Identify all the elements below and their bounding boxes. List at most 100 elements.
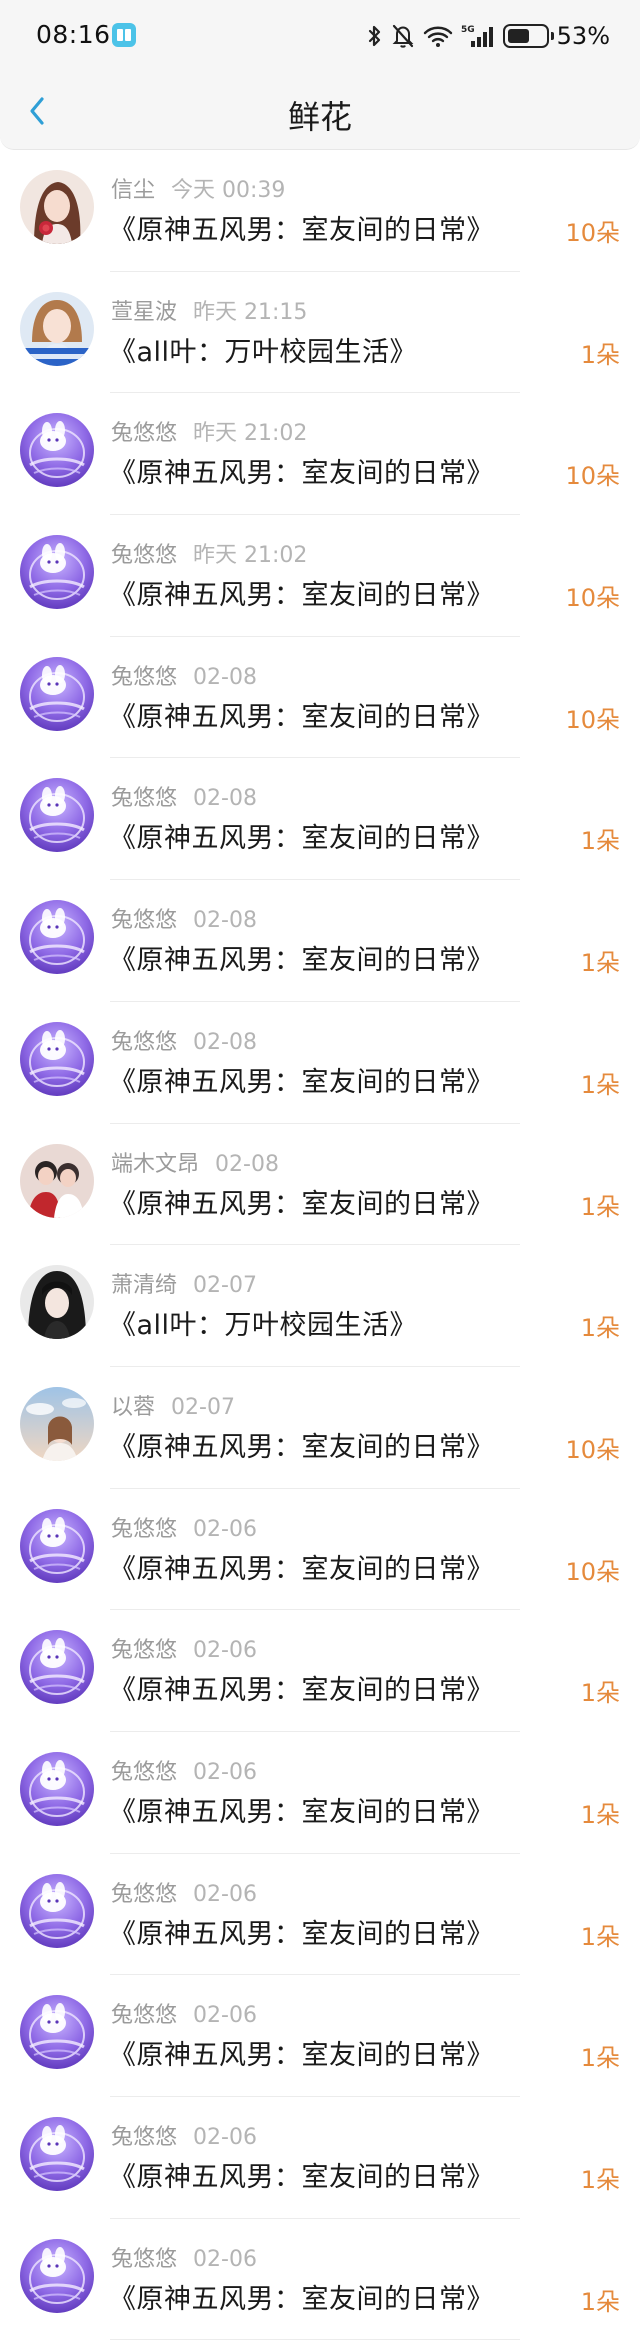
item-meta: 兔悠悠 昨天 21:02 — [111, 537, 307, 569]
list-item[interactable]: 兔悠悠 02-06 《原神五风男：室友间的日常》 1朵 — [0, 1854, 640, 1976]
list-item[interactable]: 兔悠悠 02-06 《原神五风男：室友间的日常》 1朵 — [0, 2097, 640, 2219]
user-name[interactable]: 兔悠悠 — [111, 2247, 177, 2272]
list-item[interactable]: 兔悠悠 02-08 《原神五风男：室友间的日常》 10朵 — [0, 637, 640, 759]
user-name[interactable]: 兔悠悠 — [111, 1638, 177, 1663]
avatar[interactable] — [20, 1265, 94, 1340]
avatar[interactable] — [20, 1021, 94, 1096]
item-meta: 兔悠悠 02-08 — [111, 1024, 257, 1056]
user-name[interactable]: 以蓉 — [111, 1395, 155, 1420]
user-name[interactable]: 兔悠悠 — [111, 2003, 177, 2028]
flower-count: 1朵 — [580, 1800, 620, 1829]
list-item[interactable]: 兔悠悠 昨天 21:02 《原神五风男：室友间的日常》 10朵 — [0, 515, 640, 637]
book-title[interactable]: 《原神五风男：室友间的日常》 — [109, 1060, 494, 1099]
list-item[interactable]: 以蓉 02-07 《原神五风男：室友间的日常》 10朵 — [0, 1367, 640, 1489]
avatar[interactable] — [20, 900, 94, 975]
book-title[interactable]: 《原神五风男：室友间的日常》 — [109, 1182, 494, 1221]
item-meta: 兔悠悠 02-08 — [111, 780, 257, 812]
item-time: 02-06 — [193, 1638, 257, 1664]
item-meta: 兔悠悠 02-06 — [111, 1997, 257, 2029]
item-meta: 兔悠悠 02-06 — [111, 1754, 257, 1786]
user-name[interactable]: 萱星波 — [111, 300, 177, 325]
book-title[interactable]: 《原神五风男：室友间的日常》 — [109, 451, 494, 490]
avatar[interactable] — [20, 2117, 94, 2191]
book-title[interactable]: 《原神五风男：室友间的日常》 — [109, 2155, 494, 2194]
book-title[interactable]: 《all叶：万叶校园生活》 — [109, 330, 417, 369]
list-item[interactable]: 兔悠悠 02-06 《原神五风男：室友间的日常》 10朵 — [0, 1489, 640, 1611]
book-title[interactable]: 《原神五风男：室友间的日常》 — [109, 2277, 494, 2316]
avatar[interactable] — [20, 778, 94, 853]
flower-count: 1朵 — [580, 1070, 620, 1099]
list-item[interactable]: 兔悠悠 02-06 《原神五风男：室友间的日常》 1朵 — [0, 1975, 640, 2097]
status-bar: 08:16 5G 53% — [0, 0, 640, 72]
avatar[interactable] — [20, 1751, 94, 1826]
book-title[interactable]: 《原神五风男：室友间的日常》 — [109, 1790, 494, 1829]
item-meta: 兔悠悠 02-06 — [111, 2119, 257, 2151]
book-title[interactable]: 《原神五风男：室友间的日常》 — [109, 1425, 494, 1464]
book-title[interactable]: 《原神五风男：室友间的日常》 — [109, 695, 494, 734]
item-time: 02-06 — [193, 2125, 257, 2150]
list-item[interactable]: 兔悠悠 02-08 《原神五风男：室友间的日常》 1朵 — [0, 758, 640, 881]
flower-list: 信尘 今天 00:39 《原神五风男：室友间的日常》 10朵 萱星波 昨天 21:15 《a… — [0, 150, 640, 2341]
avatar[interactable] — [20, 535, 94, 610]
user-name[interactable]: 端木文昂 — [111, 1152, 199, 1177]
avatar[interactable] — [20, 170, 94, 244]
list-item[interactable]: 信尘 今天 00:39 《原神五风男：室友间的日常》 10朵 — [0, 150, 640, 272]
book-title[interactable]: 《原神五风男：室友间的日常》 — [109, 2033, 494, 2072]
avatar[interactable] — [20, 2238, 94, 2313]
book-title[interactable]: 《原神五风男：室友间的日常》 — [109, 1912, 494, 1951]
avatar[interactable] — [20, 1508, 94, 1583]
item-meta: 兔悠悠 02-08 — [111, 659, 257, 691]
list-item[interactable]: 萱星波 昨天 21:15 《all叶：万叶校园生活》 1朵 — [0, 272, 640, 394]
network-type: 5G — [461, 25, 475, 35]
book-title[interactable]: 《原神五风男：室友间的日常》 — [109, 208, 494, 247]
user-name[interactable]: 萧清绮 — [111, 1273, 177, 1298]
avatar[interactable] — [20, 1143, 94, 1218]
item-time: 昨天 21:02 — [193, 543, 308, 569]
avatar[interactable] — [20, 1873, 94, 1948]
avatar[interactable] — [20, 1630, 94, 1705]
avatar[interactable] — [20, 291, 94, 366]
list-item[interactable]: 端木文昂 02-08 《原神五风男：室友间的日常》 1朵 — [0, 1124, 640, 1246]
item-meta: 兔悠悠 02-06 — [111, 1632, 257, 1664]
user-name[interactable]: 兔悠悠 — [111, 1517, 177, 1542]
item-time: 02-08 — [215, 1151, 279, 1177]
list-item[interactable]: 兔悠悠 02-08 《原神五风男：室友间的日常》 1朵 — [0, 1002, 640, 1124]
flower-count: 1朵 — [580, 2166, 620, 2194]
flower-count: 10朵 — [565, 219, 620, 247]
bluetooth-icon — [368, 25, 380, 47]
user-name[interactable]: 兔悠悠 — [111, 1882, 177, 1907]
list-item[interactable]: 萧清绮 02-07 《all叶：万叶校园生活》 1朵 — [0, 1245, 640, 1367]
avatar[interactable] — [20, 1386, 94, 1461]
book-title[interactable]: 《原神五风男：室友间的日常》 — [109, 1668, 494, 1707]
book-title[interactable]: 《原神五风男：室友间的日常》 — [109, 816, 494, 855]
status-icons: 5G 53% — [367, 18, 610, 54]
user-name[interactable]: 兔悠悠 — [111, 2125, 177, 2150]
item-meta: 萧清绮 02-07 — [111, 1267, 257, 1299]
user-name[interactable]: 信尘 — [111, 178, 155, 203]
item-meta: 萱星波 昨天 21:15 — [111, 294, 307, 326]
book-title[interactable]: 《原神五风男：室友间的日常》 — [109, 938, 494, 977]
list-item[interactable]: 兔悠悠 02-08 《原神五风男：室友间的日常》 1朵 — [0, 880, 640, 1002]
user-name[interactable]: 兔悠悠 — [111, 908, 177, 933]
list-item[interactable]: 兔悠悠 昨天 21:02 《原神五风男：室友间的日常》 10朵 — [0, 393, 640, 516]
book-title[interactable]: 《原神五风男：室友间的日常》 — [109, 1547, 494, 1586]
user-name[interactable]: 兔悠悠 — [111, 665, 177, 690]
book-title[interactable]: 《原神五风男：室友间的日常》 — [109, 573, 494, 612]
flower-count: 1朵 — [580, 1922, 620, 1951]
list-item[interactable]: 兔悠悠 02-06 《原神五风男：室友间的日常》 1朵 — [0, 1732, 640, 1854]
user-name[interactable]: 兔悠悠 — [111, 543, 177, 568]
item-meta: 以蓉 02-07 — [111, 1389, 235, 1421]
avatar[interactable] — [20, 656, 94, 731]
user-name[interactable]: 兔悠悠 — [111, 786, 177, 811]
avatar[interactable] — [20, 1995, 94, 2070]
flower-count: 1朵 — [580, 1314, 620, 1343]
user-name[interactable]: 兔悠悠 — [111, 421, 177, 446]
list-item[interactable]: 兔悠悠 02-06 《原神五风男：室友间的日常》 1朵 — [0, 2219, 640, 2341]
item-time: 02-08 — [193, 1029, 257, 1055]
user-name[interactable]: 兔悠悠 — [111, 1760, 177, 1785]
user-name[interactable]: 兔悠悠 — [111, 1030, 177, 1055]
book-title[interactable]: 《all叶：万叶校园生活》 — [109, 1303, 417, 1342]
list-item[interactable]: 兔悠悠 02-06 《原神五风男：室友间的日常》 1朵 — [0, 1610, 640, 1732]
item-meta: 端木文昂 02-08 — [111, 1146, 279, 1178]
avatar[interactable] — [20, 413, 94, 488]
